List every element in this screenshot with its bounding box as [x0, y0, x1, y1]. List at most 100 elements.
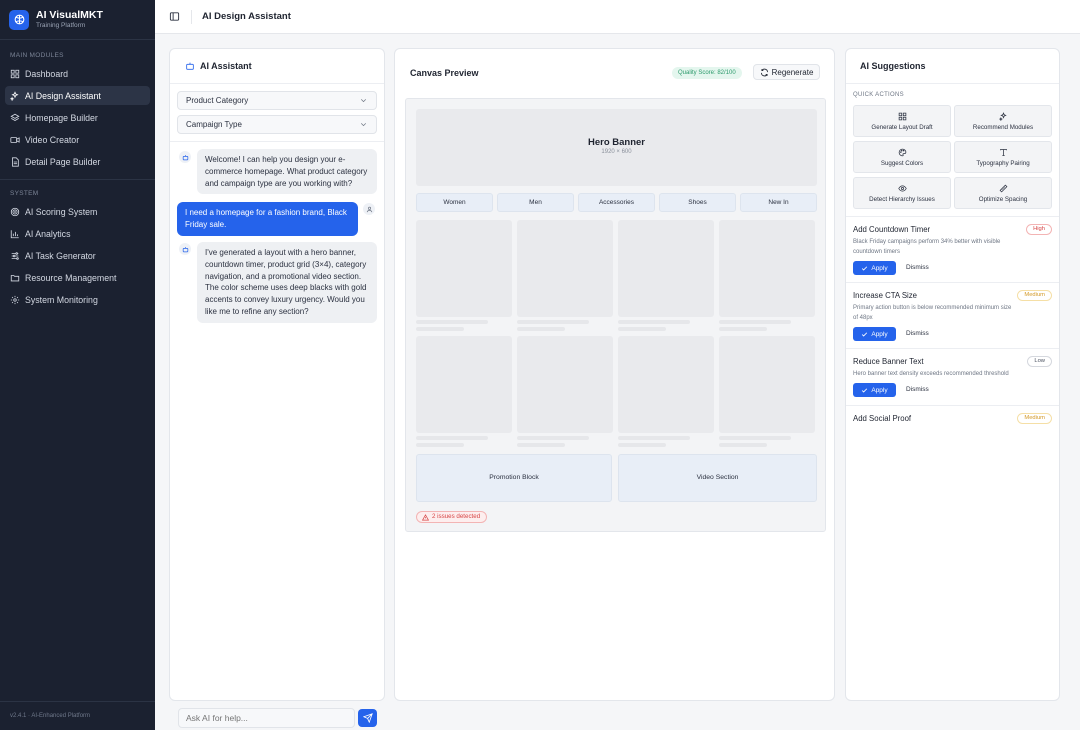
category-nav-accessories[interactable]: Accessories	[578, 193, 655, 212]
apply-button[interactable]: Apply	[853, 261, 896, 275]
quality-score-badge: Quality Score: 82/100	[672, 67, 742, 79]
dismiss-button[interactable]: Dismiss	[906, 330, 929, 337]
sidebar-item-homepage-builder[interactable]: Homepage Builder	[5, 108, 150, 127]
check-icon	[862, 265, 868, 271]
product-card-placeholder	[517, 336, 613, 433]
text-placeholder	[618, 436, 690, 440]
type-icon	[999, 149, 1007, 156]
typography-pairing-button[interactable]: Typography Pairing	[954, 141, 1052, 173]
sidebar-item-label: Dashboard	[25, 68, 69, 79]
bar-chart-icon	[10, 229, 19, 238]
bot-avatar-icon	[179, 243, 191, 255]
sparkles-icon	[998, 112, 1007, 121]
suggestion-card: Add Social Proof Medium	[846, 405, 1059, 435]
product-category-select[interactable]: Product Category	[177, 91, 377, 110]
dismiss-button[interactable]: Dismiss	[906, 386, 929, 393]
target-icon	[10, 207, 20, 216]
chevron-down-icon	[360, 123, 367, 127]
video-section-block[interactable]: Video Section	[618, 454, 817, 502]
suggestion-description: Hero banner text density exceeds recomme…	[853, 371, 1009, 377]
issues-detected-badge[interactable]: 2 issues detected	[416, 511, 488, 523]
send-icon	[362, 713, 373, 723]
quick-action-label: Optimize Spacing	[978, 196, 1028, 203]
chat-message-ai: Welcome! I can help you design your e-co…	[197, 149, 377, 195]
category-nav-new-in[interactable]: New In	[740, 193, 817, 212]
suggestion-title: Reduce Banner Text	[853, 357, 924, 366]
apply-label: Apply	[871, 330, 888, 338]
sidebar: AI VisualMKT Training Platform MAIN MODU…	[0, 0, 155, 730]
regenerate-button[interactable]: Regenerate	[753, 64, 820, 80]
suggestion-card: Increase CTA Size Medium Primary action …	[846, 282, 1059, 348]
ai-suggestions-panel: AI Suggestions QUICK ACTIONS Generate La…	[845, 48, 1060, 701]
sparkles-icon	[10, 90, 19, 101]
campaign-type-select[interactable]: Campaign Type	[177, 115, 377, 134]
sidebar-item-label: System Monitoring	[25, 294, 98, 305]
product-card-placeholder	[618, 336, 714, 433]
dismiss-button[interactable]: Dismiss	[906, 264, 929, 271]
suggestion-card: Add Countdown Timer High Black Friday ca…	[846, 216, 1059, 282]
product-category-value: Product Category	[186, 96, 249, 105]
sidebar-item-system-monitoring[interactable]: System Monitoring	[5, 290, 150, 309]
category-nav-men[interactable]: Men	[497, 193, 574, 212]
category-nav-shoes[interactable]: Shoes	[659, 193, 736, 212]
category-nav-women[interactable]: Women	[416, 193, 493, 212]
sidebar-toggle-icon[interactable]	[167, 10, 181, 24]
text-placeholder	[416, 436, 488, 440]
sidebar-item-dashboard[interactable]: Dashboard	[5, 64, 150, 83]
send-button[interactable]	[358, 709, 377, 727]
issues-detected-label: 2 issues detected	[432, 513, 481, 520]
sidebar-item-resource-management[interactable]: Resource Management	[5, 268, 150, 287]
product-card-placeholder	[416, 336, 512, 433]
sidebar-item-ai-task-generator[interactable]: AI Task Generator	[5, 246, 150, 265]
sidebar-item-label: Video Creator	[25, 134, 80, 145]
priority-badge: High	[1026, 224, 1052, 235]
ai-assistant-title: AI Assistant	[200, 61, 252, 71]
text-placeholder	[618, 327, 666, 331]
ai-assistant-panel: AI Assistant Product Category Campaign T…	[169, 48, 385, 701]
brand[interactable]: AI VisualMKT Training Platform	[0, 0, 155, 40]
detect-hierarchy-issues-button[interactable]: Detect Hierarchy Issues	[853, 177, 951, 209]
priority-badge: Medium	[1017, 290, 1052, 301]
recommend-modules-button[interactable]: Recommend Modules	[954, 105, 1052, 137]
quick-action-label: Detect Hierarchy Issues	[869, 196, 935, 203]
generate-layout-draft-button[interactable]: Generate Layout Draft	[853, 105, 951, 137]
ai-suggestions-title: AI Suggestions	[846, 49, 1059, 84]
text-placeholder	[719, 327, 767, 331]
check-icon	[862, 387, 868, 393]
sidebar-item-label: Homepage Builder	[25, 112, 98, 123]
refresh-icon	[760, 68, 768, 76]
user-avatar-icon	[363, 203, 375, 215]
gear-icon	[10, 295, 20, 304]
suggestion-title: Increase CTA Size	[853, 291, 917, 300]
sidebar-item-label: AI Analytics	[25, 228, 71, 239]
suggestion-description: Black Friday campaigns perform 34% bette…	[853, 239, 1001, 255]
eye-icon	[897, 185, 907, 192]
page-title: AI Design Assistant	[202, 11, 291, 22]
palette-icon	[898, 148, 906, 157]
brand-name: AI VisualMKT	[36, 9, 103, 21]
sidebar-item-label: AI Design Assistant	[25, 90, 101, 101]
sidebar-item-ai-scoring-system[interactable]: AI Scoring System	[5, 202, 150, 221]
main-modules-label: MAIN MODULES	[10, 52, 64, 59]
sliders-icon	[11, 251, 19, 260]
optimize-spacing-button[interactable]: Optimize Spacing	[954, 177, 1052, 209]
apply-label: Apply	[871, 386, 888, 394]
quick-actions-label: QUICK ACTIONS	[853, 92, 904, 98]
canvas-title: Canvas Preview	[410, 67, 479, 78]
brand-subtitle: Training Platform	[36, 22, 86, 29]
bot-avatar-icon	[179, 151, 191, 163]
ask-ai-input[interactable]	[178, 708, 355, 728]
sidebar-item-video-creator[interactable]: Video Creator	[5, 130, 150, 149]
sidebar-item-ai-analytics[interactable]: AI Analytics	[5, 224, 150, 243]
hero-banner-block[interactable]: Hero Banner 1920 × 600	[416, 109, 817, 186]
apply-button[interactable]: Apply	[853, 327, 896, 341]
sidebar-item-ai-design-assistant[interactable]: AI Design Assistant	[5, 86, 150, 105]
product-card-placeholder	[719, 336, 815, 433]
suggestion-card: Reduce Banner Text Low Hero banner text …	[846, 348, 1059, 405]
sidebar-item-label: Detail Page Builder	[25, 156, 101, 167]
apply-button[interactable]: Apply	[853, 383, 896, 397]
suggest-colors-button[interactable]: Suggest Colors	[853, 141, 951, 173]
promotion-block[interactable]: Promotion Block	[416, 454, 612, 502]
sidebar-item-detail-page-builder[interactable]: Detail Page Builder	[5, 152, 150, 171]
file-icon	[12, 156, 19, 167]
